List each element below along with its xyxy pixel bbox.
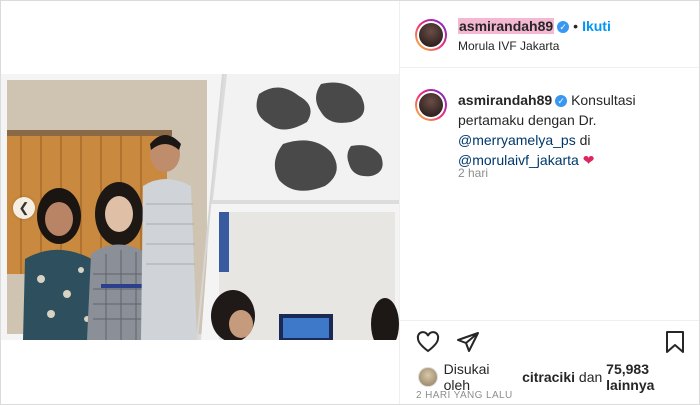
chevron-left-icon[interactable]: ❮ [13,197,35,219]
post-date[interactable]: 2 HARI YANG LALU [416,390,513,401]
action-bar [400,320,699,361]
likes-count[interactable]: 75,983 lainnya [606,361,699,393]
caption-timestamp[interactable]: 2 hari [458,166,488,180]
likes-prefix: Disukai oleh [443,361,490,393]
post-frame: ❮ asmirandah89 ✓ • Ikuti Morula IVF Jakarta… [0,0,700,405]
separator-dot: • [573,18,579,34]
follow-button[interactable]: Ikuti [582,18,611,34]
likes-and: dan [578,369,603,385]
caption-text-2: di [579,132,591,148]
location-link[interactable]: Morula IVF Jakarta [458,39,559,53]
heart-emoji: ❤ [582,152,595,168]
heart-icon[interactable] [416,330,440,359]
mention-link[interactable]: @merryamelya_ps [458,132,576,148]
post-sidebar: asmirandah89 ✓ • Ikuti Morula IVF Jakarta a… [400,1,699,404]
post-header: asmirandah89 ✓ • Ikuti Morula IVF Jakarta [400,1,699,68]
liker-avatar[interactable] [418,367,438,387]
bookmark-icon[interactable] [664,330,686,359]
caption-avatar[interactable] [415,89,447,121]
post-photo[interactable] [1,74,399,340]
avatar[interactable] [415,19,447,51]
verified-icon: ✓ [557,21,570,33]
liker-username[interactable]: citraciki [522,369,575,385]
share-icon[interactable] [456,330,480,359]
header-username[interactable]: asmirandah89 [458,18,555,34]
likes-summary: Disukai oleh citraciki dan 75,983 lainny… [418,361,699,393]
post-media: ❮ [1,1,400,404]
verified-icon: ✓ [555,95,568,107]
caption: asmirandah89 ✓ Konsultasi pertamaku denga… [458,90,683,170]
caption-username[interactable]: asmirandah89 [458,92,552,108]
photo-collage [1,74,399,340]
